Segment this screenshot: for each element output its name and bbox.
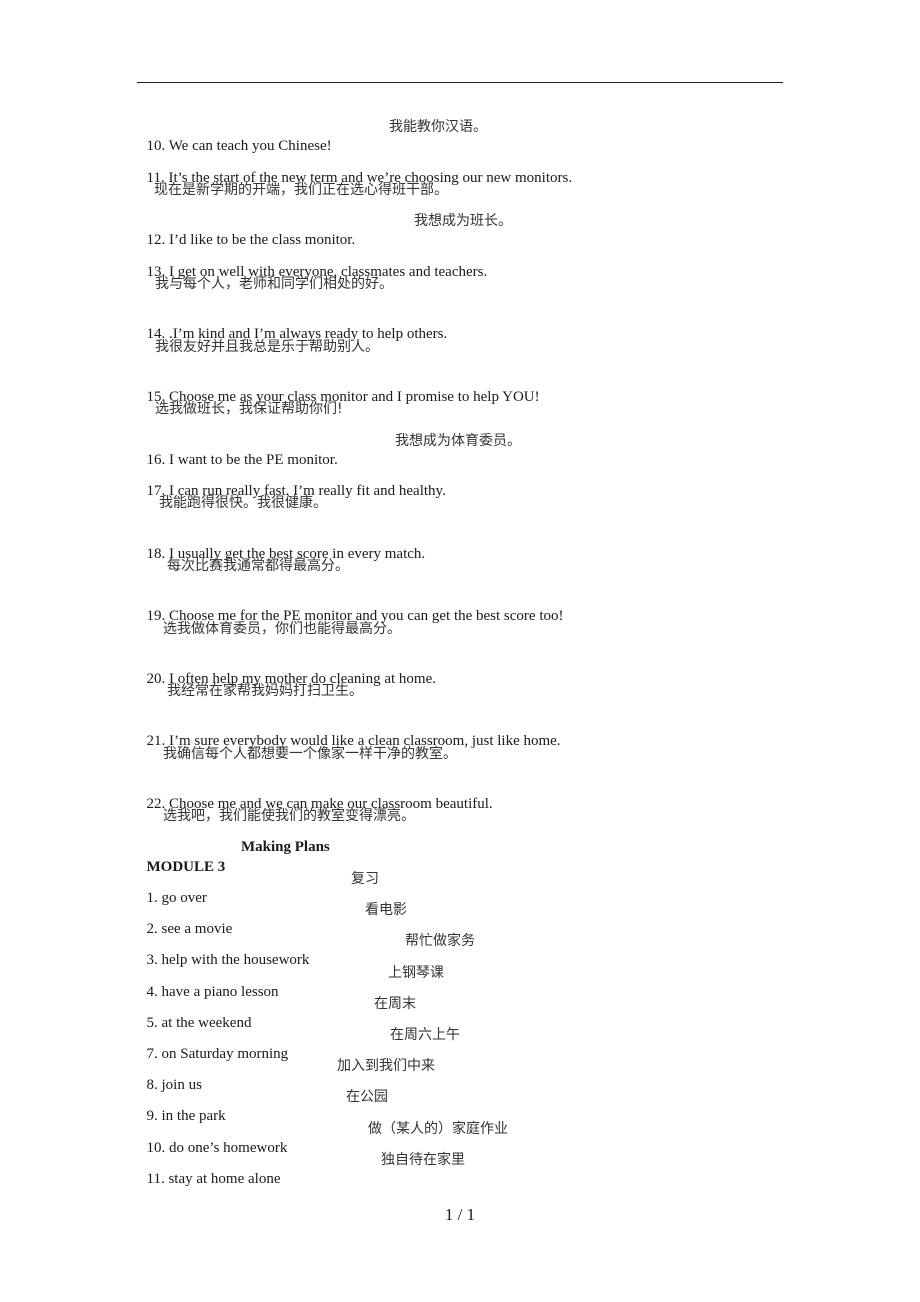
phrase-zh: 做（某人的）家庭作业 <box>368 1121 508 1137</box>
header-rule <box>137 82 783 83</box>
sentence-zh: 我很友好并且我总是乐于帮助别人。 <box>155 339 379 355</box>
module-title: Making Plans <box>241 839 330 855</box>
sentence-zh: 选我做体育委员，你们也能得最高分。 <box>163 621 401 637</box>
phrase-zh: 独自待在家里 <box>381 1152 465 1168</box>
phrase-zh: 上钢琴课 <box>388 965 444 981</box>
phrase-row: 11. stay at home alone <box>139 1149 281 1189</box>
phrase-en: 11. stay at home alone <box>146 1171 281 1187</box>
sentence-zh: 现在是新学期的开端，我们正在选心得班干部。 <box>154 182 448 198</box>
sentence-zh: 我确信每个人都想要一个像家一样干净的教室。 <box>163 746 457 762</box>
sentence-zh: 选我做班长，我保证帮助你们! <box>155 401 343 417</box>
phrase-zh: 复习 <box>351 871 379 887</box>
sentence-zh: 我能跑得很快。我很健康。 <box>159 495 327 511</box>
page-indicator: 1 / 1 <box>444 1205 476 1224</box>
sentence-zh: 我能教你汉语。 <box>389 119 487 135</box>
phrase-zh: 在周六上午 <box>390 1027 460 1043</box>
phrase-zh: 在公园 <box>346 1089 388 1105</box>
phrase-zh: 看电影 <box>365 902 407 918</box>
sentence-zh: 我想成为体育委员。 <box>395 433 521 449</box>
sentence-zh: 我想成为班长。 <box>414 213 512 229</box>
sentence-zh: 我经常在家帮我妈妈打扫卫生。 <box>167 683 363 699</box>
phrase-zh: 加入到我们中来 <box>337 1058 435 1074</box>
phrase-zh: 在周末 <box>374 996 416 1012</box>
phrase-zh: 帮忙做家务 <box>405 933 475 949</box>
sentence-zh: 我与每个人，老师和同学们相处的好。 <box>155 276 393 292</box>
sentence-zh: 选我吧，我们能使我们的教室变得漂亮。 <box>163 808 415 824</box>
sentence-zh: 每次比赛我通常都得最高分。 <box>167 558 349 574</box>
